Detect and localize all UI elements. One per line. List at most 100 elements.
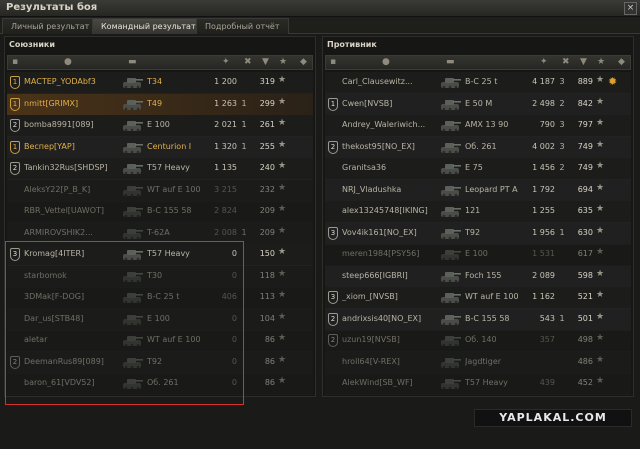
sort-chevron-icon[interactable]: ▼ <box>580 57 587 67</box>
player-name[interactable]: Tankin32Rus[SHDSP] <box>24 163 122 172</box>
player-name[interactable]: andrixsis40[NO_EX] <box>342 314 440 323</box>
player-row[interactable]: Andrey_Waleriwich... AMX 13 90 790 3 797 ★ <box>325 115 631 137</box>
xp-star-icon: ★ <box>278 247 287 257</box>
player-row[interactable]: 2 andrixsis40[NO_EX] B-C 155 58 543 1 501 ★ <box>325 308 631 331</box>
damage-value: 4 002 <box>532 141 555 151</box>
tab-team-result[interactable]: Командный результат <box>92 18 205 34</box>
xp-star-icon: ★ <box>278 268 287 279</box>
player-column-icon[interactable]: ● <box>64 57 72 67</box>
damage-value: 543 <box>539 313 555 323</box>
xp-value: 498 <box>577 335 593 344</box>
tank-icon <box>439 225 461 242</box>
tank-icon <box>121 160 143 177</box>
tank-icon <box>439 289 461 306</box>
kills-value: 1 <box>241 98 247 108</box>
player-name[interactable]: nmitt[GRIMX] <box>24 99 122 108</box>
player-row[interactable]: 2 uzun19[NVSB] Об. 140 357 498 ★ <box>325 330 631 352</box>
player-row[interactable]: 3 Vov4ik161[NO_EX] T92 1 956 1 630 ★ <box>325 222 631 245</box>
tank-column-icon[interactable]: ▬ <box>128 57 137 67</box>
damage-column-icon[interactable]: ✦ <box>222 57 230 67</box>
player-name[interactable]: RBR_Vettel[UAWOT] <box>24 206 122 215</box>
player-row[interactable]: 2 bomba8991[089] E 100 2 021 1 261 ★ <box>7 115 313 137</box>
xp-value: 749 <box>577 163 593 172</box>
xp-value: 209 <box>259 227 275 237</box>
sort-chevron-icon[interactable]: ▼ <box>262 57 269 67</box>
player-row[interactable]: AlekWind[SB_WF] T57 Heavy 439 452 ★ <box>325 373 631 395</box>
player-row[interactable]: 2 Tankin32Rus[SHDSP] T57 Heavy 1 135 240 ★ <box>7 158 313 180</box>
player-row[interactable]: hroll64[V-REX] Jagdtiger 486 ★ <box>325 351 631 374</box>
tank-name: 121 <box>465 206 481 215</box>
kills-column-icon[interactable]: ✖ <box>244 57 252 67</box>
player-row[interactable]: 3 _xiom_[NVSB] WT auf E 100 1 162 521 ★ <box>325 287 631 309</box>
player-name[interactable]: ARMIROVSHIK2... <box>24 228 122 237</box>
watermark-logo: YAPLAKAL.COM <box>474 409 632 427</box>
player-name[interactable]: AleksY22[P_B_K] <box>24 185 122 194</box>
enemies-panel: Противник ▪ ● ▬ ✦ ✖ ▼ ★ ◆ Carl_Clausewit… <box>322 36 634 397</box>
player-name[interactable]: alex13245748[IKING] <box>342 206 440 215</box>
tank-name: Foch 155 <box>465 270 502 280</box>
squad-badge-icon: 2 <box>328 334 338 347</box>
player-row[interactable]: 1 Cwen[NVSB] E 50 M 2 498 2 842 ★ <box>325 93 631 116</box>
xp-value: 501 <box>577 313 593 323</box>
kills-value: 3 <box>559 120 565 129</box>
tank-name: T34 <box>147 77 163 86</box>
player-name[interactable]: hroll64[V-REX] <box>342 357 440 366</box>
tab-personal-result[interactable]: Личный результат <box>2 18 99 34</box>
player-name[interactable]: NRJ_Vladushka <box>342 185 440 194</box>
xp-star-icon: ★ <box>596 75 605 85</box>
tab-bar: Личный результат Командный результат Под… <box>0 17 640 34</box>
player-name[interactable]: Granitsa36 <box>342 163 440 172</box>
medal-column-icon[interactable]: ◆ <box>300 57 307 67</box>
tank-column-icon[interactable]: ▬ <box>446 57 455 67</box>
xp-star-icon: ★ <box>596 139 605 150</box>
medal-column-icon[interactable]: ◆ <box>618 57 625 67</box>
xp-column-star-icon[interactable]: ★ <box>597 57 605 67</box>
player-name[interactable]: meren1984[PSY56] <box>342 249 440 258</box>
tank-icon <box>439 354 461 371</box>
tank-name: Centurion I <box>147 141 192 151</box>
player-name[interactable]: uzun19[NVSB] <box>342 335 440 344</box>
squad-column-icon[interactable]: ▪ <box>330 57 336 67</box>
player-name[interactable]: MACTEP_YODAbf3 <box>24 77 122 86</box>
player-row[interactable]: NRJ_Vladushka Leopard PT A 1 792 694 ★ <box>325 179 631 202</box>
player-name[interactable]: Веспер[YAP] <box>24 142 122 151</box>
xp-star-icon: ★ <box>596 376 605 386</box>
tank-icon <box>439 375 461 392</box>
player-row[interactable]: 1 nmitt[GRIMX] T49 1 263 1 299 ★ <box>7 93 313 116</box>
xp-star-icon: ★ <box>596 354 605 365</box>
xp-star-icon: ★ <box>278 96 287 107</box>
tab-detailed-report[interactable]: Подробный отчёт <box>196 18 289 34</box>
player-row[interactable]: steep666[IGBRI] Foch 155 2 089 598 ★ <box>325 265 631 288</box>
player-row[interactable]: Granitsa36 E 75 1 456 2 749 ★ <box>325 158 631 180</box>
player-row[interactable]: 2 thekost95[NO_EX] Об. 261 4 002 3 749 ★ <box>325 136 631 159</box>
tank-icon <box>439 160 461 177</box>
player-name[interactable]: Andrey_Waleriwich... <box>342 120 440 129</box>
kills-column-icon[interactable]: ✖ <box>562 57 570 67</box>
player-name[interactable]: Vov4ik161[NO_EX] <box>342 228 440 237</box>
player-row[interactable]: alex13245748[IKING] 121 1 255 635 ★ <box>325 201 631 223</box>
player-name[interactable]: Cwen[NVSB] <box>342 99 440 108</box>
player-name[interactable]: steep666[IGBRI] <box>342 271 440 280</box>
player-row[interactable]: meren1984[PSY56] E 100 1 531 617 ★ <box>325 244 631 266</box>
player-row[interactable]: RBR_Vettel[UAWOT] B-C 155 58 2 824 209 ★ <box>7 201 313 223</box>
player-row[interactable]: AleksY22[P_B_K] WT auf E 100 3 215 232 ★ <box>7 179 313 202</box>
player-column-icon[interactable]: ● <box>382 57 390 67</box>
window-title: Результаты боя <box>6 2 98 13</box>
damage-column-icon[interactable]: ✦ <box>540 57 548 67</box>
xp-star-icon: ★ <box>596 247 605 257</box>
tank-icon <box>121 139 143 156</box>
squad-column-icon[interactable]: ▪ <box>12 57 18 67</box>
player-row[interactable]: Carl_Clausewitz... B-C 25 t 4 187 3 889 ★ ✹ <box>325 72 631 94</box>
close-button[interactable]: × <box>624 2 637 15</box>
player-name[interactable]: AlekWind[SB_WF] <box>342 378 440 387</box>
player-row[interactable]: 1 MACTEP_YODAbf3 T34 1 200 319 ★ <box>7 72 313 94</box>
player-name[interactable]: thekost95[NO_EX] <box>342 142 440 151</box>
player-name[interactable]: bomba8991[089] <box>24 120 122 129</box>
allies-title: Союзники <box>9 40 55 49</box>
xp-column-star-icon[interactable]: ★ <box>279 57 287 67</box>
player-row[interactable]: 1 Веспер[YAP] Centurion I 1 320 1 255 ★ <box>7 136 313 159</box>
kills-value: 2 <box>559 98 565 108</box>
tank-icon <box>439 117 461 134</box>
player-name[interactable]: Carl_Clausewitz... <box>342 77 440 86</box>
player-name[interactable]: _xiom_[NVSB] <box>342 292 440 301</box>
